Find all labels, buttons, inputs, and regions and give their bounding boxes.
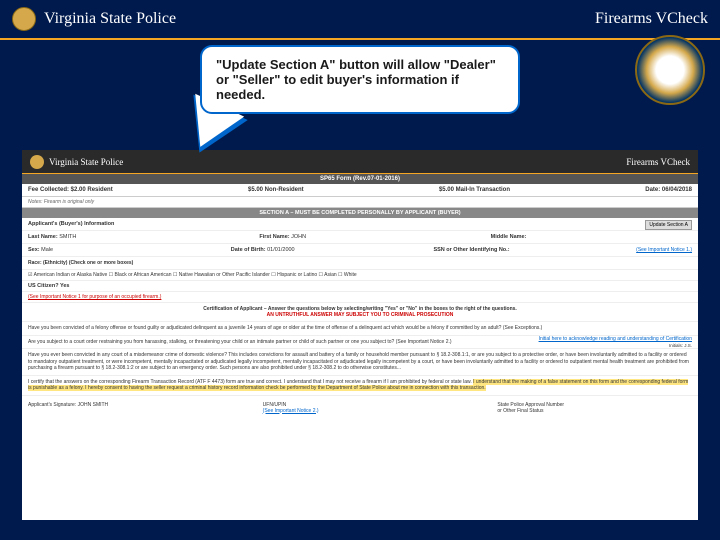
sig-label: Applicant's Signature: <box>28 402 76 408</box>
form-header-app: Firearms VCheck <box>626 157 690 167</box>
q1-text: Have you been convicted of a felony offe… <box>28 325 542 331</box>
notes-row: Notes: Firearm is original only <box>22 197 698 208</box>
fee-resident: Fee Collected: $2.00 Resident <box>28 187 113 193</box>
approval-sub: or Other Final Status <box>497 408 692 414</box>
applicant-info-label: Applicant's (Buyer's) Information <box>28 221 114 227</box>
ufn-upin: UFN/UPIN (See Important Notice 2.) <box>263 402 458 414</box>
dob-label: Date of Birth: <box>231 247 266 253</box>
form-header: Virginia State Police Firearms VCheck <box>22 150 698 174</box>
q4-prefix: I certify that the answers on the corres… <box>28 379 473 385</box>
vsp-badge-icon <box>12 7 36 31</box>
certification-header: Certification of Applicant – Answer the … <box>22 303 698 321</box>
section-a-bar: SECTION A – MUST BE COMPLETED PERSONALLY… <box>22 208 698 218</box>
sp65-title-bar: SP65 Form (Rev.07-01-2016) <box>22 174 698 184</box>
applicant-info-header: Applicant's (Buyer's) Information <box>22 218 698 231</box>
update-section-a-button[interactable]: Update Section A <box>645 220 692 230</box>
dob-value: 01/01/2000 <box>267 247 295 253</box>
sex-label: Sex: <box>28 247 40 253</box>
virginia-seal-icon <box>635 35 705 105</box>
callout-annotation: "Update Section A" button will allow "De… <box>200 45 520 114</box>
header-app-name: Firearms VCheck <box>595 10 708 28</box>
important-notice-1-link[interactable]: (See Important Notice 1.) <box>636 247 692 253</box>
form-header-left: Virginia State Police <box>30 155 123 169</box>
sp65-form: Virginia State Police Firearms VCheck SP… <box>22 150 698 520</box>
app-header: Virginia State Police Firearms VCheck <box>0 0 720 40</box>
demographics-row: Sex: Male Date of Birth: 01/01/2000 SSN … <box>22 244 698 257</box>
approval-number: State Police Approval Number or Other Fi… <box>497 402 692 414</box>
callout-text: "Update Section A" button will allow "De… <box>216 57 496 102</box>
first-name-label: First Name: <box>259 234 289 240</box>
applicant-signature: Applicant's Signature: JOHN SMITH <box>28 402 223 414</box>
race-options[interactable]: ☑ American Indian or Alaska Native ☐ Bla… <box>22 270 698 281</box>
header-title: Virginia State Police <box>44 10 176 28</box>
form-date: Date: 06/04/2018 <box>645 187 692 193</box>
fee-mailin: $5.00 Mail-In Transaction <box>439 187 510 193</box>
occupied-firearm-link[interactable]: (See Important Notice 1 for purpose of a… <box>22 292 698 303</box>
race-label-row: Race: (Ethnicity) (Check one or more box… <box>22 257 698 270</box>
notice-2-link[interactable]: (See Important Notice 2.) <box>263 408 319 414</box>
question-3: Have you ever been convicted in any cour… <box>22 348 698 375</box>
middle-name-label: Middle Name: <box>491 234 527 240</box>
header-left: Virginia State Police <box>12 7 176 31</box>
race-label: Race: (Ethnicity) (Check one or more box… <box>28 260 133 266</box>
form-header-title: Virginia State Police <box>49 157 123 167</box>
last-name-value: SMITH <box>59 234 76 240</box>
sig-value: JOHN SMITH <box>78 402 109 408</box>
fee-nonresident: $5.00 Non-Resident <box>248 187 304 193</box>
first-name-value: JOHN <box>291 234 306 240</box>
cert-warning: AN UNTRUTHFUL ANSWER MAY SUBJECT YOU TO … <box>25 312 695 318</box>
question-4: I certify that the answers on the corres… <box>22 375 698 395</box>
question-2: Are you subject to a court order restrai… <box>22 335 698 349</box>
ssn-label: SSN or Other Identifying No.: <box>433 247 509 253</box>
citizen-row: US Citizen? Yes <box>22 281 698 292</box>
vsp-badge-small-icon <box>30 155 44 169</box>
last-name-label: Last Name: <box>28 234 58 240</box>
question-1: Have you been convicted of a felony offe… <box>22 321 698 335</box>
fee-row: Fee Collected: $2.00 Resident $5.00 Non-… <box>22 184 698 197</box>
name-row: Last Name: SMITH First Name: JOHN Middle… <box>22 231 698 244</box>
sex-value: Male <box>41 247 53 253</box>
signature-row: Applicant's Signature: JOHN SMITH UFN/UP… <box>22 395 698 420</box>
